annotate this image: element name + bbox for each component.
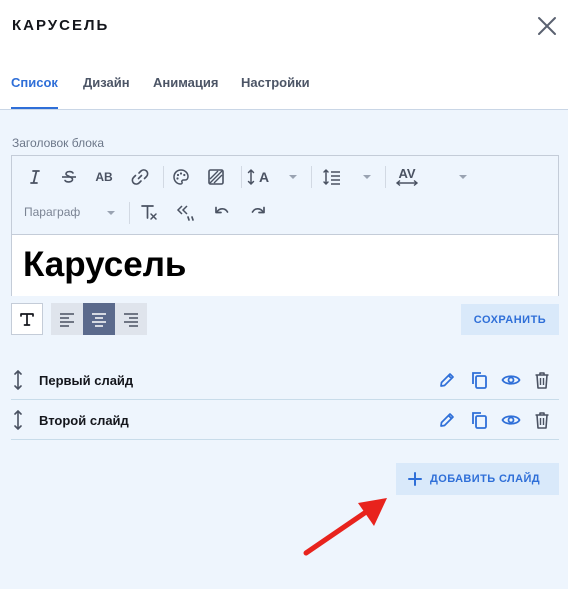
align-right-button[interactable] bbox=[115, 303, 147, 335]
list-item[interactable]: Второй слайд bbox=[11, 400, 559, 440]
copy-icon[interactable] bbox=[469, 370, 489, 390]
block-title-text: Карусель bbox=[23, 245, 187, 284]
add-slide-label: ДОБАВИТЬ СЛАЙД bbox=[430, 473, 541, 485]
save-button[interactable]: СОХРАНИТЬ bbox=[461, 304, 559, 335]
close-icon[interactable] bbox=[535, 14, 559, 38]
align-right-icon bbox=[124, 313, 138, 327]
edit-icon[interactable] bbox=[437, 370, 457, 390]
paragraph-style-select[interactable]: Параграф bbox=[24, 205, 80, 219]
trash-icon[interactable] bbox=[532, 410, 552, 430]
copy-icon[interactable] bbox=[469, 410, 489, 430]
drag-handle-icon[interactable] bbox=[11, 370, 31, 390]
dialog-title: КАРУСЕЛЬ bbox=[12, 17, 110, 34]
link-icon[interactable] bbox=[129, 166, 151, 188]
trash-icon[interactable] bbox=[532, 370, 552, 390]
eye-icon[interactable] bbox=[501, 370, 521, 390]
align-center-button[interactable] bbox=[83, 303, 115, 335]
align-left-icon bbox=[60, 313, 74, 327]
slide-name: Первый слайд bbox=[39, 373, 134, 388]
edit-icon[interactable] bbox=[437, 410, 457, 430]
chevron-down-icon[interactable] bbox=[107, 211, 115, 215]
letter-spacing-icon[interactable] bbox=[395, 179, 419, 187]
text-style-button[interactable] bbox=[11, 303, 43, 335]
font-size-letter[interactable]: A bbox=[257, 168, 271, 186]
align-center-icon bbox=[92, 313, 106, 327]
italic-icon[interactable] bbox=[24, 166, 46, 188]
dialog-header: КАРУСЕЛЬ bbox=[0, 0, 568, 58]
slide-name: Второй слайд bbox=[39, 413, 129, 428]
eye-icon[interactable] bbox=[501, 410, 521, 430]
toolbar-divider bbox=[129, 202, 130, 224]
toolbar-divider bbox=[385, 166, 386, 188]
redo-icon[interactable] bbox=[247, 201, 269, 223]
background-color-icon[interactable] bbox=[205, 166, 227, 188]
plus-icon bbox=[408, 472, 422, 486]
quote-icon[interactable] bbox=[173, 201, 197, 223]
toolbar-divider bbox=[311, 166, 312, 188]
block-title-input[interactable]: Карусель bbox=[12, 234, 558, 296]
clear-format-icon[interactable] bbox=[138, 201, 160, 223]
annotation-arrow-icon bbox=[303, 498, 387, 556]
undo-icon[interactable] bbox=[211, 201, 233, 223]
chevron-down-icon[interactable] bbox=[459, 175, 467, 179]
toolbar-divider bbox=[163, 166, 164, 188]
line-height-icon[interactable] bbox=[321, 166, 343, 188]
block-title-label: Заголовок блока bbox=[12, 136, 105, 150]
uppercase-button[interactable]: AB bbox=[92, 168, 116, 186]
tab-list[interactable]: Список bbox=[11, 75, 58, 90]
list-item[interactable]: Первый слайд bbox=[11, 360, 559, 400]
active-tab-indicator bbox=[11, 107, 58, 109]
text-icon bbox=[20, 313, 34, 326]
palette-icon[interactable] bbox=[170, 166, 192, 188]
align-left-button[interactable] bbox=[51, 303, 83, 335]
tab-design[interactable]: Дизайн bbox=[83, 75, 130, 90]
add-slide-button[interactable]: ДОБАВИТЬ СЛАЙД bbox=[396, 463, 559, 495]
tab-settings[interactable]: Настройки bbox=[241, 75, 310, 90]
rich-text-editor: AB A AV Параграф Карусель bbox=[11, 155, 559, 296]
tab-animation[interactable]: Анимация bbox=[153, 75, 218, 90]
chevron-down-icon[interactable] bbox=[363, 175, 371, 179]
drag-handle-icon[interactable] bbox=[11, 410, 31, 430]
toolbar-divider bbox=[241, 166, 242, 188]
tab-bar: Список Дизайн Анимация Настройки bbox=[0, 58, 568, 110]
list-panel: Заголовок блока AB A AV Параграф Карусел… bbox=[0, 110, 568, 589]
chevron-down-icon[interactable] bbox=[289, 175, 297, 179]
strikethrough-icon[interactable] bbox=[58, 166, 80, 188]
